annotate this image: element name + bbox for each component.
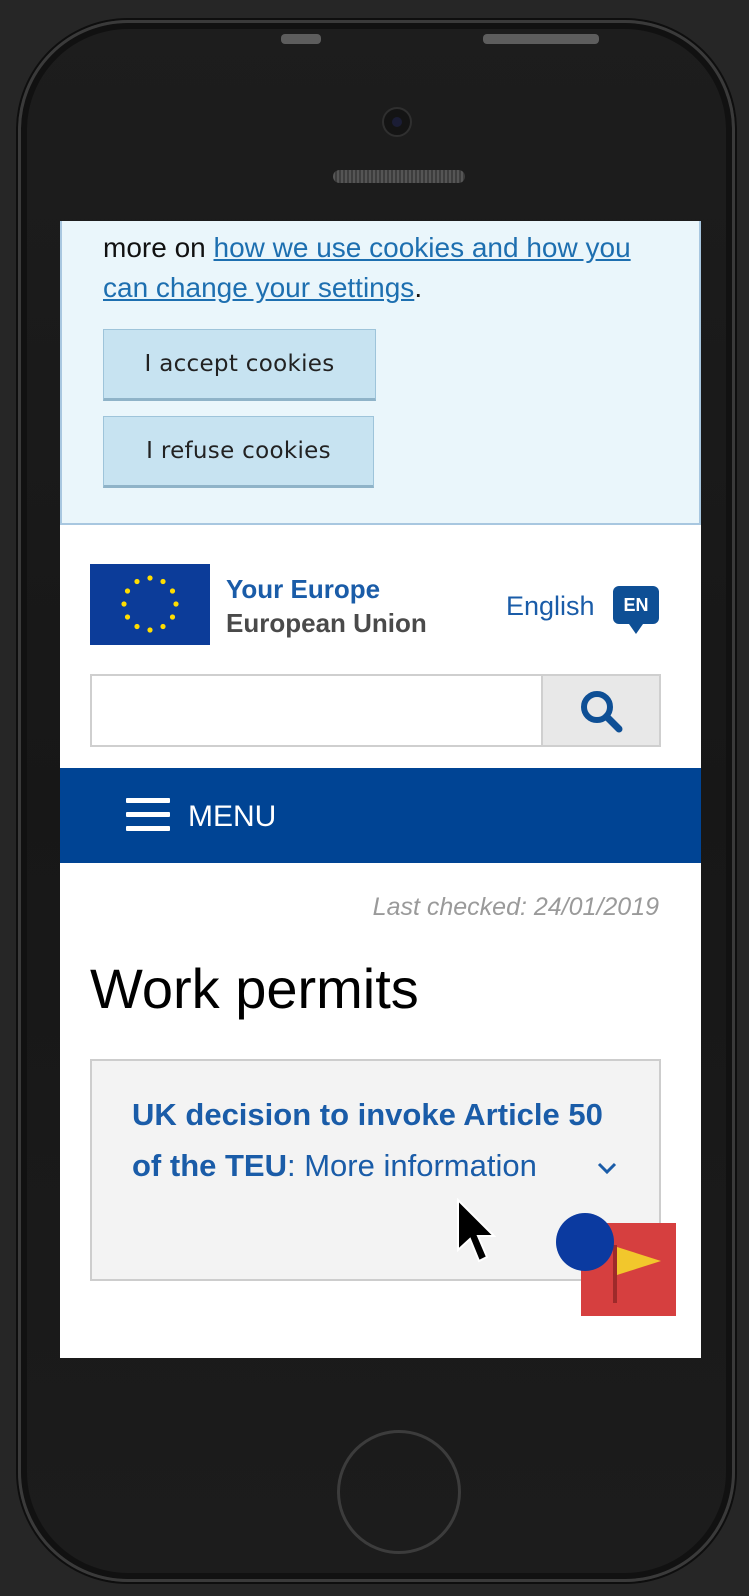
cookie-text-prefix: more on	[103, 232, 214, 263]
search-input[interactable]	[90, 674, 541, 747]
language-code-badge[interactable]: EN	[613, 586, 659, 634]
notice-text[interactable]: UK decision to invoke Article 50 of the …	[132, 1089, 632, 1191]
eu-star	[160, 623, 166, 630]
last-checked-date: Last checked: 24/01/2019	[372, 893, 659, 921]
search-icon	[581, 690, 623, 732]
eu-star	[147, 575, 153, 581]
eu-star	[134, 578, 140, 585]
menu-label[interactable]: MENU	[188, 800, 276, 834]
menu-bar[interactable]: MENU	[60, 768, 701, 863]
phone-home-button[interactable]	[337, 1430, 461, 1554]
eu-star	[147, 627, 153, 633]
hamburger-menu-icon[interactable]	[126, 798, 170, 832]
chat-bubble-icon[interactable]	[556, 1213, 614, 1271]
accept-cookies-button[interactable]: I accept cookies	[103, 329, 376, 401]
page-title: Work permits	[90, 957, 419, 1020]
brand-subtitle[interactable]: European Union	[226, 608, 427, 639]
phone-speaker	[333, 170, 465, 183]
eu-flag-logo[interactable]	[90, 564, 210, 645]
brand-title[interactable]: Your Europe	[226, 574, 380, 605]
eu-star	[169, 588, 176, 594]
eu-star	[169, 614, 176, 620]
phone-camera	[382, 107, 412, 137]
eu-star	[121, 601, 127, 607]
eu-star	[160, 578, 166, 585]
eu-star	[173, 601, 179, 607]
language-selector-label[interactable]: English	[506, 591, 595, 622]
cookie-message: more on how we use cookies and how you c…	[103, 228, 663, 308]
cookie-text-suffix: .	[414, 272, 423, 303]
eu-star	[134, 623, 140, 630]
eu-star	[124, 614, 131, 620]
chevron-down-icon[interactable]	[596, 1161, 618, 1175]
cookie-banner: more on how we use cookies and how you c…	[60, 221, 701, 525]
mouse-cursor-icon	[457, 1198, 496, 1263]
eu-star	[124, 588, 131, 594]
phone-side-button	[483, 34, 599, 44]
phone-side-button	[281, 34, 321, 44]
eu-stars-icon	[121, 575, 179, 633]
search-button[interactable]	[541, 674, 661, 747]
refuse-cookies-button[interactable]: I refuse cookies	[103, 416, 374, 488]
phone-screen: more on how we use cookies and how you c…	[60, 221, 701, 1358]
notice-more-info[interactable]: : More information	[287, 1148, 537, 1183]
